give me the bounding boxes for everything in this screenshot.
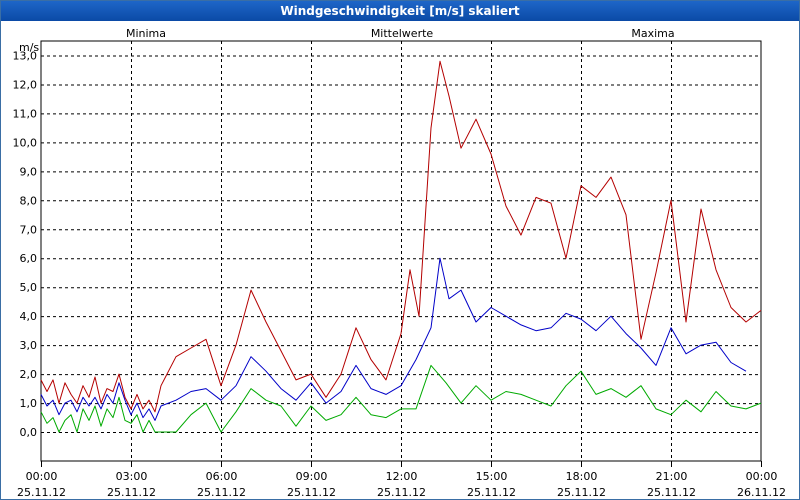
- x-tick-date: 25.11.12: [557, 486, 606, 499]
- line-chart: 13,012,011,010,09,08,07,06,05,04,03,02,0…: [13, 27, 786, 499]
- x-tick-date: 25.11.12: [377, 486, 426, 499]
- x-tick-date: 26.11.12: [737, 486, 786, 499]
- x-tick-date: 25.11.12: [107, 486, 156, 499]
- x-tick-time: 09:00: [296, 470, 328, 483]
- x-tick-date: 25.11.12: [197, 486, 246, 499]
- x-tick-time: 00:00: [746, 470, 778, 483]
- y-tick-label: 8,0: [20, 194, 38, 207]
- series-line-mittelwerte: [40, 257, 747, 421]
- x-tick-time: 03:00: [116, 470, 148, 483]
- y-tick-label: 1,0: [20, 397, 38, 410]
- x-tick-time: 15:00: [476, 470, 508, 483]
- x-tick-time: 00:00: [26, 470, 58, 483]
- legend-label-maxima: Maxima: [631, 27, 674, 40]
- x-tick-date: 25.11.12: [647, 486, 696, 499]
- y-tick-label: 10,0: [13, 136, 38, 149]
- legend-label-mittelwerte: Mittelwerte: [371, 27, 434, 40]
- x-tick-date: 25.11.12: [287, 486, 336, 499]
- y-tick-label: 6,0: [20, 252, 38, 265]
- x-tick-time: 06:00: [206, 470, 238, 483]
- x-tick-time: 12:00: [386, 470, 418, 483]
- legend-label-minima: Minima: [126, 27, 166, 40]
- x-tick-time: 21:00: [656, 470, 688, 483]
- y-tick-label: 11,0: [13, 107, 38, 120]
- y-tick-label: 0,0: [20, 426, 38, 439]
- y-tick-label: 4,0: [20, 310, 38, 323]
- y-tick-label: 5,0: [20, 281, 38, 294]
- x-tick-date: 25.11.12: [17, 486, 66, 499]
- y-tick-label: 9,0: [20, 165, 38, 178]
- series-line-minima: [40, 364, 762, 433]
- x-tick-date: 25.11.12: [467, 486, 516, 499]
- chart-window: Windgeschwindigkeit [m/s] skaliert 13,0 1…: [0, 0, 800, 500]
- y-tick-label: 7,0: [20, 223, 38, 236]
- x-tick-time: 18:00: [566, 470, 598, 483]
- y-tick-label: 2,0: [20, 368, 38, 381]
- y-tick-label: 3,0: [20, 339, 38, 352]
- y-axis-label: m/s: [19, 41, 39, 54]
- y-tick-label: 12,0: [13, 78, 38, 91]
